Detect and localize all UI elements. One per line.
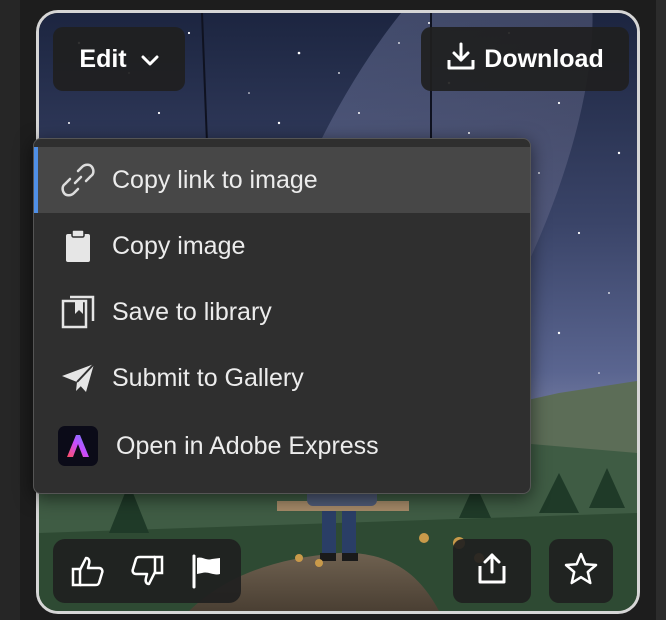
menu-item-label: Copy image [112, 231, 246, 260]
favorite-button[interactable] [549, 539, 613, 603]
menu-item-open-adobe-express[interactable]: Open in Adobe Express [34, 411, 530, 481]
menu-item-save-library[interactable]: Save to library [34, 279, 530, 345]
clipboard-icon [58, 226, 98, 266]
library-icon [58, 292, 98, 332]
menu-item-label: Copy link to image [112, 165, 318, 194]
thumbs-up-icon[interactable] [62, 545, 114, 597]
app-canvas: Edit Download Copy link to image Copy im… [0, 0, 666, 620]
edit-button[interactable]: Edit [53, 27, 185, 91]
adjacent-panel-right [656, 0, 666, 620]
thumbs-down-icon[interactable] [121, 545, 173, 597]
menu-item-label: Submit to Gallery [112, 363, 304, 392]
star-icon [563, 551, 599, 592]
download-icon [446, 41, 476, 78]
edit-label: Edit [79, 44, 127, 73]
download-button[interactable]: Download [421, 27, 629, 91]
menu-item-copy-link[interactable]: Copy link to image [34, 147, 530, 213]
edit-dropdown-menu: Copy link to image Copy image Save to li… [33, 138, 531, 494]
share-button[interactable] [453, 539, 531, 603]
share-icon [475, 552, 509, 591]
paper-plane-icon [58, 358, 98, 398]
chevron-down-icon [141, 45, 159, 74]
link-icon [58, 160, 98, 200]
menu-item-label: Open in Adobe Express [116, 431, 379, 460]
download-label: Download [484, 44, 604, 73]
adjacent-panel-left [0, 0, 20, 620]
feedback-group [53, 539, 241, 603]
adobe-express-logo [58, 426, 98, 466]
menu-item-copy-image[interactable]: Copy image [34, 213, 530, 279]
flag-icon[interactable] [180, 545, 232, 597]
menu-item-submit-gallery[interactable]: Submit to Gallery [34, 345, 530, 411]
menu-item-label: Save to library [112, 297, 272, 326]
